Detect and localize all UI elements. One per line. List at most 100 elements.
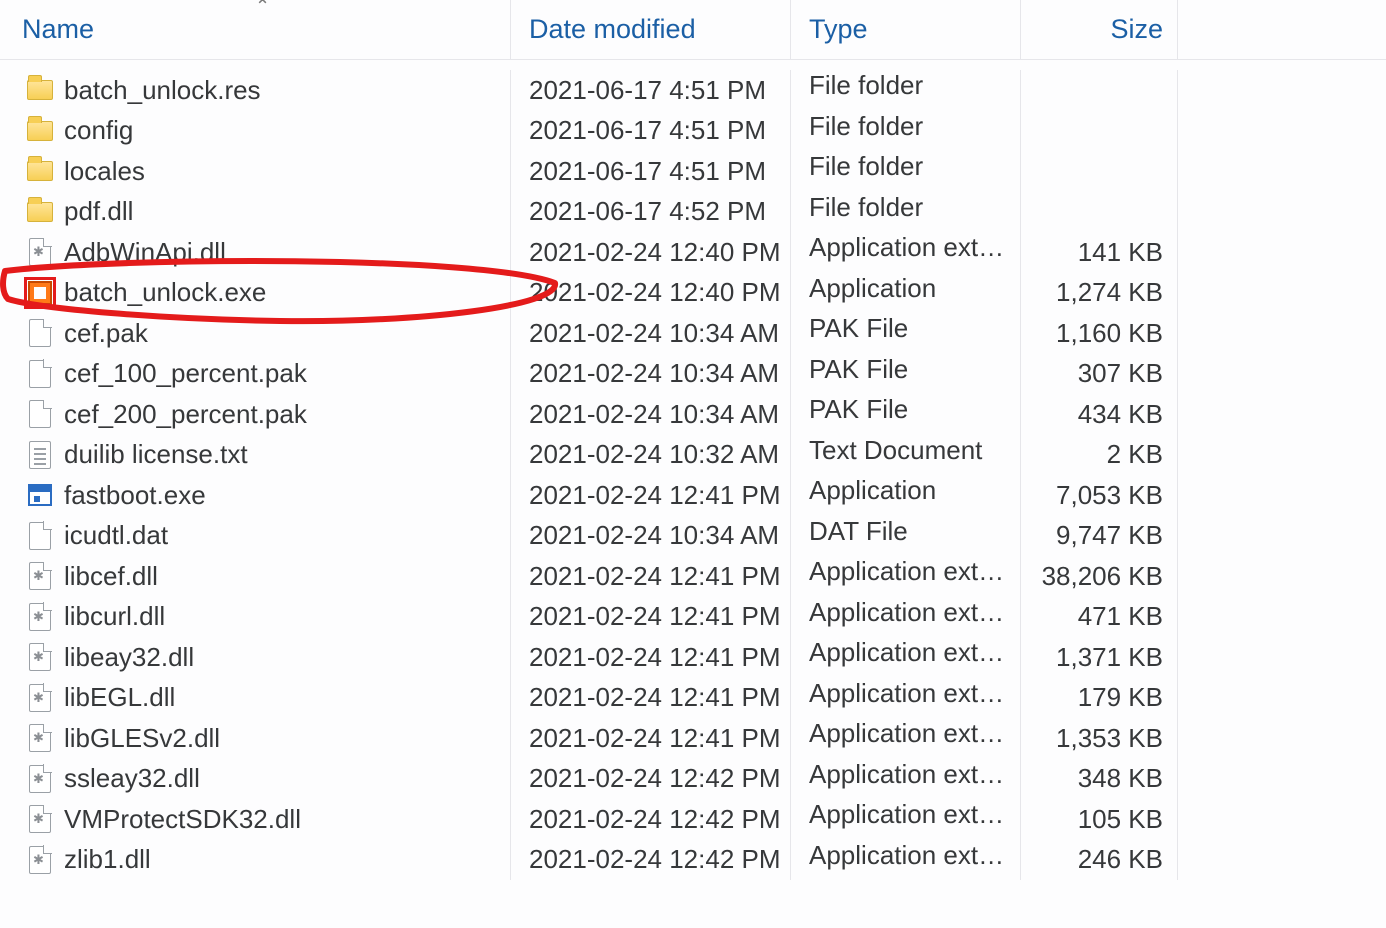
file-type-cell: Application	[790, 475, 1020, 516]
file-name-cell[interactable]: libeay32.dll	[0, 642, 510, 673]
file-name-label: libeay32.dll	[64, 642, 194, 673]
file-date-cell: 2021-06-17 4:51 PM	[510, 111, 790, 152]
text-file-icon	[26, 441, 54, 469]
dll-file-icon	[26, 238, 54, 266]
file-name-cell[interactable]: config	[0, 115, 510, 146]
file-size-cell: 38,206 KB	[1020, 556, 1178, 597]
file-date-cell: 2021-02-24 12:41 PM	[510, 678, 790, 719]
column-header-type[interactable]: Type	[790, 0, 1020, 59]
file-type-cell: File folder	[790, 151, 1020, 192]
file-name-label: batch_unlock.exe	[64, 277, 266, 308]
file-size-cell: 1,353 KB	[1020, 718, 1178, 759]
file-name-cell[interactable]: pdf.dll	[0, 196, 510, 227]
file-date-cell: 2021-02-24 12:41 PM	[510, 718, 790, 759]
file-size-cell	[1020, 70, 1178, 111]
file-size-cell	[1020, 151, 1178, 192]
file-name-cell[interactable]: cef_100_percent.pak	[0, 358, 510, 389]
file-size-cell: 105 KB	[1020, 799, 1178, 840]
file-row[interactable]: locales2021-06-17 4:51 PMFile folder	[0, 151, 1386, 192]
application-orange-icon	[26, 279, 54, 307]
file-size-cell: 471 KB	[1020, 597, 1178, 638]
file-name-label: AdbWinApi.dll	[64, 237, 226, 268]
file-row[interactable]: cef_200_percent.pak 2021-02-24 10:34 AMPA…	[0, 394, 1386, 435]
file-name-cell[interactable]: locales	[0, 156, 510, 187]
file-row[interactable]: libcef.dll2021-02-24 12:41 PMApplication…	[0, 556, 1386, 597]
file-type-cell: Application	[790, 273, 1020, 314]
file-name-cell[interactable]: libcurl.dll	[0, 601, 510, 632]
file-type-cell: Application exten...	[790, 678, 1020, 719]
file-name-cell[interactable]: AdbWinApi.dll	[0, 237, 510, 268]
file-name-cell[interactable]: cef_200_percent.pak	[0, 399, 510, 430]
file-size-cell	[1020, 192, 1178, 233]
file-name-label: libEGL.dll	[64, 682, 175, 713]
application-icon	[26, 481, 54, 509]
file-name-cell[interactable]: VMProtectSDK32.dll	[0, 804, 510, 835]
file-row[interactable]: ssleay32.dll2021-02-24 12:42 PMApplicati…	[0, 759, 1386, 800]
file-name-cell[interactable]: cef.pak	[0, 318, 510, 349]
file-row[interactable]: cef.pak2021-02-24 10:34 AMPAK File1,160 …	[0, 313, 1386, 354]
file-size-cell: 2 KB	[1020, 435, 1178, 476]
file-size-cell: 9,747 KB	[1020, 516, 1178, 557]
file-name-cell[interactable]: duilib license.txt	[0, 439, 510, 470]
file-row[interactable]: libcurl.dll2021-02-24 12:41 PMApplicatio…	[0, 597, 1386, 638]
file-name-cell[interactable]: icudtl.dat	[0, 520, 510, 551]
file-row[interactable]: cef_100_percent.pak2021-02-24 10:34 AMPA…	[0, 354, 1386, 395]
file-row[interactable]: libEGL.dll 2021-02-24 12:41 PMApplication…	[0, 678, 1386, 719]
file-type-cell: Application exten...	[790, 232, 1020, 273]
file-name-label: batch_unlock.res	[64, 75, 261, 106]
file-row[interactable]: VMProtectSDK32.dll2021-02-24 12:42 PMApp…	[0, 799, 1386, 840]
generic-file-icon	[26, 319, 54, 347]
file-name-cell[interactable]: libEGL.dll	[0, 682, 510, 713]
file-date-cell: 2021-02-24 10:34 AM	[510, 354, 790, 395]
file-type-cell: DAT File	[790, 516, 1020, 557]
file-name-cell[interactable]: libGLESv2.dll	[0, 723, 510, 754]
column-header-name[interactable]: Name	[0, 14, 510, 45]
file-row[interactable]: icudtl.dat2021-02-24 10:34 AMDAT File9,7…	[0, 516, 1386, 557]
file-type-cell: Application exten...	[790, 799, 1020, 840]
file-row[interactable]: libGLESv2.dll2021-02-24 12:41 PMApplicat…	[0, 718, 1386, 759]
file-row[interactable]: batch_unlock.exe2021-02-24 12:40 PMAppli…	[0, 273, 1386, 314]
file-type-cell: Application exten...	[790, 597, 1020, 638]
file-row[interactable]: libeay32.dll 2021-02-24 12:41 PMApplicati…	[0, 637, 1386, 678]
file-row[interactable]: config2021-06-17 4:51 PMFile folder	[0, 111, 1386, 152]
file-type-cell: PAK File	[790, 394, 1020, 435]
folder-icon	[26, 117, 54, 145]
file-name-label: icudtl.dat	[64, 520, 168, 551]
file-name-cell[interactable]: fastboot.exe	[0, 480, 510, 511]
file-size-cell: 246 KB	[1020, 840, 1178, 881]
file-name-cell[interactable]: batch_unlock.res	[0, 75, 510, 106]
file-name-cell[interactable]: batch_unlock.exe	[0, 277, 510, 308]
dll-file-icon	[26, 805, 54, 833]
file-type-cell: Application exten...	[790, 637, 1020, 678]
column-header-date[interactable]: Date modified	[510, 0, 790, 59]
file-type-cell: Application exten...	[790, 718, 1020, 759]
file-name-label: cef.pak	[64, 318, 148, 349]
file-name-cell[interactable]: ssleay32.dll	[0, 763, 510, 794]
file-name-label: cef_200_percent.pak	[64, 399, 307, 430]
file-type-cell: Application exten...	[790, 556, 1020, 597]
file-date-cell: 2021-02-24 10:34 AM	[510, 394, 790, 435]
file-row[interactable]: zlib1.dll2021-02-24 12:42 PMApplication …	[0, 840, 1386, 881]
file-row[interactable]: pdf.dll2021-06-17 4:52 PMFile folder	[0, 192, 1386, 233]
file-row[interactable]: fastboot.exe2021-02-24 12:41 PMApplicati…	[0, 475, 1386, 516]
file-row[interactable]: batch_unlock.res2021-06-17 4:51 PMFile f…	[0, 70, 1386, 111]
column-header-size[interactable]: Size	[1020, 0, 1178, 59]
file-size-cell: 1,160 KB	[1020, 313, 1178, 354]
file-date-cell: 2021-06-17 4:51 PM	[510, 151, 790, 192]
file-size-cell: 141 KB	[1020, 232, 1178, 273]
file-date-cell: 2021-02-24 12:42 PM	[510, 840, 790, 881]
file-name-cell[interactable]: zlib1.dll	[0, 844, 510, 875]
file-row[interactable]: AdbWinApi.dll 2021-02-24 12:40 PMApplicat…	[0, 232, 1386, 273]
file-name-cell[interactable]: libcef.dll	[0, 561, 510, 592]
file-date-cell: 2021-02-24 10:34 AM	[510, 313, 790, 354]
file-date-cell: 2021-02-24 12:40 PM	[510, 232, 790, 273]
file-date-cell: 2021-02-24 12:41 PM	[510, 637, 790, 678]
folder-icon	[26, 198, 54, 226]
dll-file-icon	[26, 846, 54, 874]
file-name-label: cef_100_percent.pak	[64, 358, 307, 389]
file-name-label: pdf.dll	[64, 196, 133, 227]
file-row[interactable]: duilib license.txt2021-02-24 10:32 AMTex…	[0, 435, 1386, 476]
dll-file-icon	[26, 603, 54, 631]
file-size-cell: 434 KB	[1020, 394, 1178, 435]
folder-icon	[26, 76, 54, 104]
